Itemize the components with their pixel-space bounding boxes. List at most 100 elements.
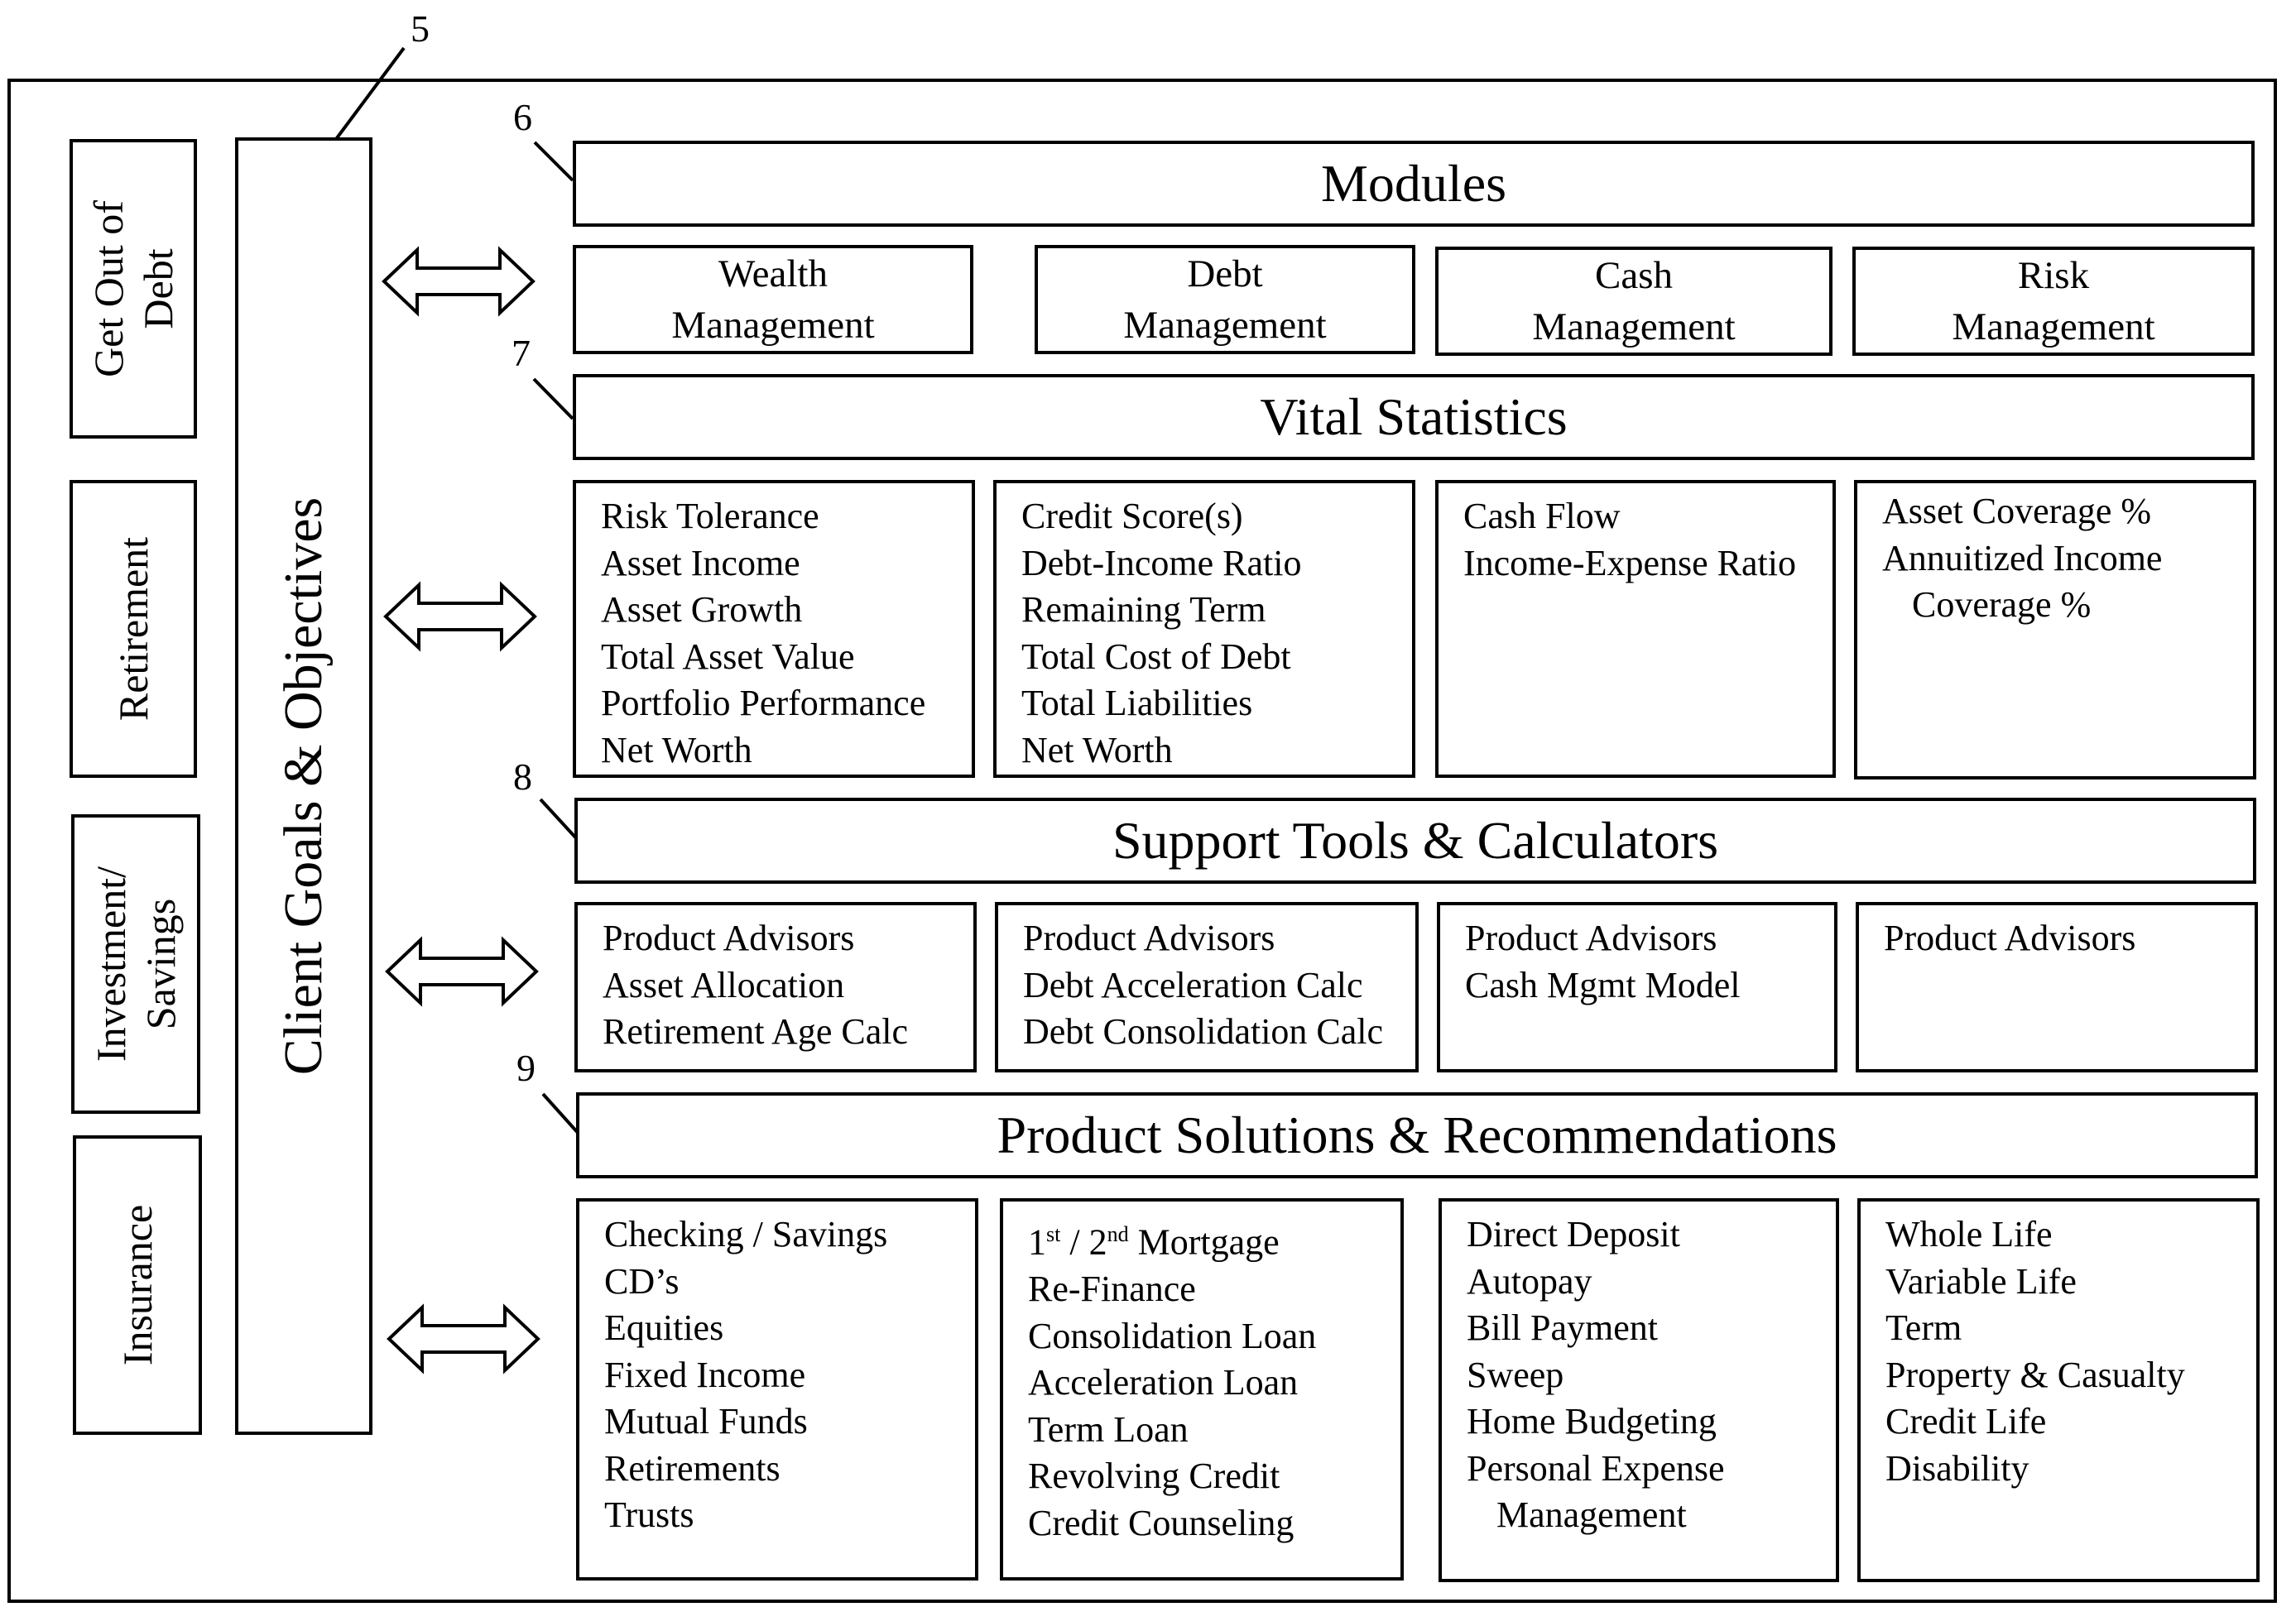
section-title: Modules (1321, 154, 1506, 213)
list-item: Total Asset Value (601, 636, 855, 677)
vital-stats-cash: Cash Flow Income-Expense Ratio (1435, 480, 1836, 778)
list-item: Risk Tolerance (601, 496, 819, 536)
section-header-modules: Modules (573, 141, 2255, 227)
goal-retirement[interactable]: Retirement (70, 480, 197, 778)
list-item: Cash Mgmt Model (1465, 964, 1741, 1005)
list-item: Asset Income (601, 542, 800, 583)
support-tools-wealth: Product Advisors Asset Allocation Retire… (574, 902, 977, 1072)
list-item: Annuitized Income (1882, 537, 2163, 578)
list-item: Product Advisors (603, 918, 855, 958)
vital-stats-risk: Asset Coverage % Annuitized Income Cover… (1854, 480, 2256, 780)
list-item: Bill Payment (1467, 1307, 1658, 1348)
list-item: Coverage % (1912, 584, 2092, 625)
mortgage-text: / 2 (1060, 1221, 1107, 1263)
list-item: Product Advisors (1023, 918, 1275, 958)
list-item: Term Loan (1028, 1408, 1189, 1450)
support-tools-cash: Product Advisors Cash Mgmt Model (1437, 902, 1837, 1072)
list-item: Checking / Savings (604, 1214, 888, 1254)
list-item: Remaining Term (1021, 589, 1266, 630)
module-risk-management[interactable]: Risk Management (1852, 247, 2255, 356)
list-item: 1st / 2nd Mortgage (1028, 1211, 1400, 1266)
section-header-product-solutions: Product Solutions & Recommendations (576, 1092, 2258, 1178)
list-item: Sweep (1467, 1354, 1564, 1395)
list-item: Fixed Income (604, 1354, 806, 1395)
list-item: Revolving Credit (1028, 1456, 1280, 1497)
list-item: Consolidation Loan (1028, 1315, 1317, 1356)
list-item: Product Advisors (1465, 918, 1717, 958)
module-label: Wealth (718, 252, 828, 295)
section-header-vital-statistics: Vital Statistics (573, 374, 2255, 460)
ref-numeral-8: 8 (513, 756, 532, 798)
list-item: Net Worth (601, 729, 752, 770)
list-item: Debt Acceleration Calc (1023, 964, 1363, 1005)
list-item: Mutual Funds (604, 1401, 808, 1442)
support-tools-debt: Product Advisors Debt Acceleration Calc … (995, 902, 1419, 1072)
list-item: Variable Life (1885, 1260, 2077, 1302)
module-cash-management[interactable]: Cash Management (1435, 247, 1832, 356)
list-item: Asset Coverage % (1882, 491, 2152, 531)
mortgage-text: 1 (1028, 1221, 1046, 1263)
list-item: Debt Consolidation Calc (1023, 1011, 1384, 1052)
mortgage-text: Mortgage (1128, 1221, 1280, 1263)
goal-insurance[interactable]: Insurance (73, 1135, 202, 1435)
list-item: Total Cost of Debt (1021, 636, 1291, 677)
goal-label: Get Out of (85, 200, 132, 377)
product-solutions-cash: Direct Deposit Autopay Bill Payment Swee… (1439, 1198, 1839, 1582)
list-item: Income-Expense Ratio (1463, 542, 1796, 583)
module-wealth-management[interactable]: Wealth Management (573, 245, 973, 354)
list-item: Net Worth (1021, 729, 1173, 770)
goal-get-out-of-debt[interactable]: Get Out of Debt (70, 139, 197, 439)
list-item: Debt-Income Ratio (1021, 542, 1302, 583)
client-goals-label: Client Goals & Objectives (273, 496, 334, 1076)
product-solutions-risk: Whole Life Variable Life Term Property &… (1857, 1198, 2260, 1582)
list-item: Total Liabilities (1021, 683, 1253, 723)
list-item: Asset Growth (601, 589, 803, 630)
list-item: Retirements (604, 1447, 781, 1489)
goal-label: Investment/ (88, 866, 134, 1063)
list-item: Home Budgeting (1467, 1401, 1717, 1442)
list-item: Direct Deposit (1467, 1214, 1680, 1254)
ref-numeral-5: 5 (411, 7, 430, 50)
goal-label: Retirement (110, 536, 156, 722)
list-item: Personal Expense (1467, 1447, 1725, 1489)
module-label: Debt (1187, 252, 1263, 295)
goal-investment-savings[interactable]: Investment/Savings (71, 814, 200, 1114)
product-solutions-wealth: Checking / Savings CD’s Equities Fixed I… (576, 1198, 978, 1581)
list-item: Disability (1885, 1447, 2029, 1489)
list-item: Retirement Age Calc (603, 1011, 908, 1052)
list-item: Trusts (604, 1494, 694, 1535)
list-item: Autopay (1467, 1260, 1592, 1302)
list-item: Credit Score(s) (1021, 496, 1243, 536)
ref-numeral-9: 9 (516, 1047, 536, 1089)
list-item: Portfolio Performance (601, 683, 926, 723)
ref-numeral-7: 7 (512, 332, 531, 374)
list-item: Acceleration Loan (1028, 1362, 1299, 1403)
list-item: Term (1885, 1307, 1962, 1348)
vital-stats-wealth: Risk Tolerance Asset Income Asset Growth… (573, 480, 975, 778)
list-item: Cash Flow (1463, 496, 1621, 536)
module-label: Management (1952, 305, 2155, 348)
list-item: Credit Life (1885, 1401, 2047, 1442)
list-item: Re-Finance (1028, 1269, 1196, 1310)
module-debt-management[interactable]: Debt Management (1035, 245, 1415, 354)
list-item: Credit Counseling (1028, 1502, 1295, 1543)
section-title: Support Tools & Calculators (1112, 811, 1719, 870)
module-label: Management (1532, 305, 1736, 348)
list-item: Asset Allocation (603, 964, 845, 1005)
list-item: Management (1496, 1494, 1687, 1535)
module-label: Management (671, 304, 875, 347)
client-goals-objectives[interactable]: Client Goals & Objectives (235, 137, 372, 1435)
section-header-support-tools: Support Tools & Calculators (574, 798, 2256, 884)
goal-label: Savings (137, 898, 184, 1030)
section-title: Vital Statistics (1260, 387, 1568, 446)
module-label: Cash (1595, 254, 1673, 297)
list-item: Whole Life (1885, 1214, 2053, 1254)
goal-label: Insurance (114, 1204, 161, 1366)
list-item: CD’s (604, 1260, 680, 1302)
module-label: Risk (2017, 254, 2090, 297)
ref-numeral-6: 6 (513, 96, 532, 138)
support-tools-risk: Product Advisors (1856, 902, 2258, 1072)
module-label: Management (1123, 304, 1327, 347)
list-item: Equities (604, 1307, 724, 1348)
ordinal-suffix: st (1046, 1222, 1061, 1246)
